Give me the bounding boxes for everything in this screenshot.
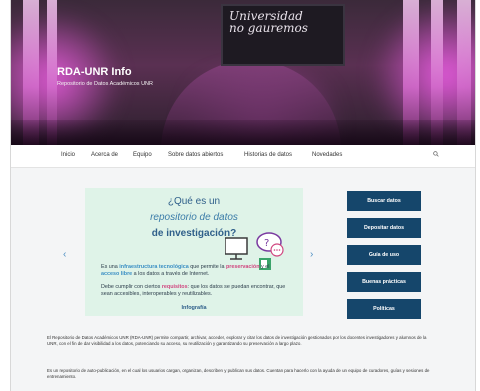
svg-text:?: ? bbox=[264, 238, 269, 249]
nav-item-novedades[interactable]: Novedades bbox=[312, 152, 342, 158]
depositar-datos-button[interactable]: Depositar datos bbox=[347, 218, 421, 238]
self-publication-paragraph: Es un repositorio de auto-publicación, e… bbox=[47, 368, 430, 379]
slide-caption[interactable]: Infografía bbox=[85, 305, 303, 311]
page-frame: Universidad no gauremos RDA-UNR Info Rep… bbox=[10, 0, 476, 391]
slide-paragraph-2: Debe cumplir con ciertos requisitos: que… bbox=[101, 284, 286, 297]
intro-paragraph: El Repositorio de Datos Académicos UNR (… bbox=[47, 335, 427, 346]
search-icon[interactable] bbox=[433, 151, 439, 157]
nav-item-historias-de-datos[interactable]: Historias de datos bbox=[244, 152, 292, 158]
site-subtitle: Repositorio de Datos Académicos UNR bbox=[57, 81, 153, 87]
buenas-practicas-button[interactable]: Buenas prácticas bbox=[347, 272, 421, 292]
nav-item-equipo[interactable]: Equipo bbox=[133, 152, 152, 158]
site-title[interactable]: RDA-UNR Info bbox=[57, 66, 132, 78]
buscar-datos-button[interactable]: Buscar datos bbox=[347, 191, 421, 211]
slide-paragraph-1: Es una infraestructura tecnológica que p… bbox=[101, 264, 270, 277]
banner-text: Universidad no gauremos bbox=[229, 9, 308, 35]
university-banner: Universidad no gauremos bbox=[221, 4, 345, 66]
nav-item-sobre-datos-abiertos[interactable]: Sobre datos abiertos bbox=[168, 152, 223, 158]
guia-de-uso-button[interactable]: Guía de uso bbox=[347, 245, 421, 265]
politicas-button[interactable]: Políticas bbox=[347, 299, 421, 319]
slider-prev-arrow[interactable]: ‹ bbox=[63, 249, 66, 260]
nav-item-inicio[interactable]: Inicio bbox=[61, 152, 75, 158]
main-navigation: Inicio Acerca de Equipo Sobre datos abie… bbox=[11, 145, 475, 168]
infographic-slide[interactable]: ¿Qué es un repositorio de datos de inves… bbox=[85, 188, 303, 316]
slide-heading-1: ¿Qué es un bbox=[167, 196, 221, 207]
hero-banner: Universidad no gauremos RDA-UNR Info Rep… bbox=[11, 0, 475, 145]
slider-next-arrow[interactable]: › bbox=[310, 249, 313, 260]
nav-item-acerca-de[interactable]: Acerca de bbox=[91, 152, 118, 158]
slide-heading-2: repositorio de datos bbox=[150, 212, 238, 223]
